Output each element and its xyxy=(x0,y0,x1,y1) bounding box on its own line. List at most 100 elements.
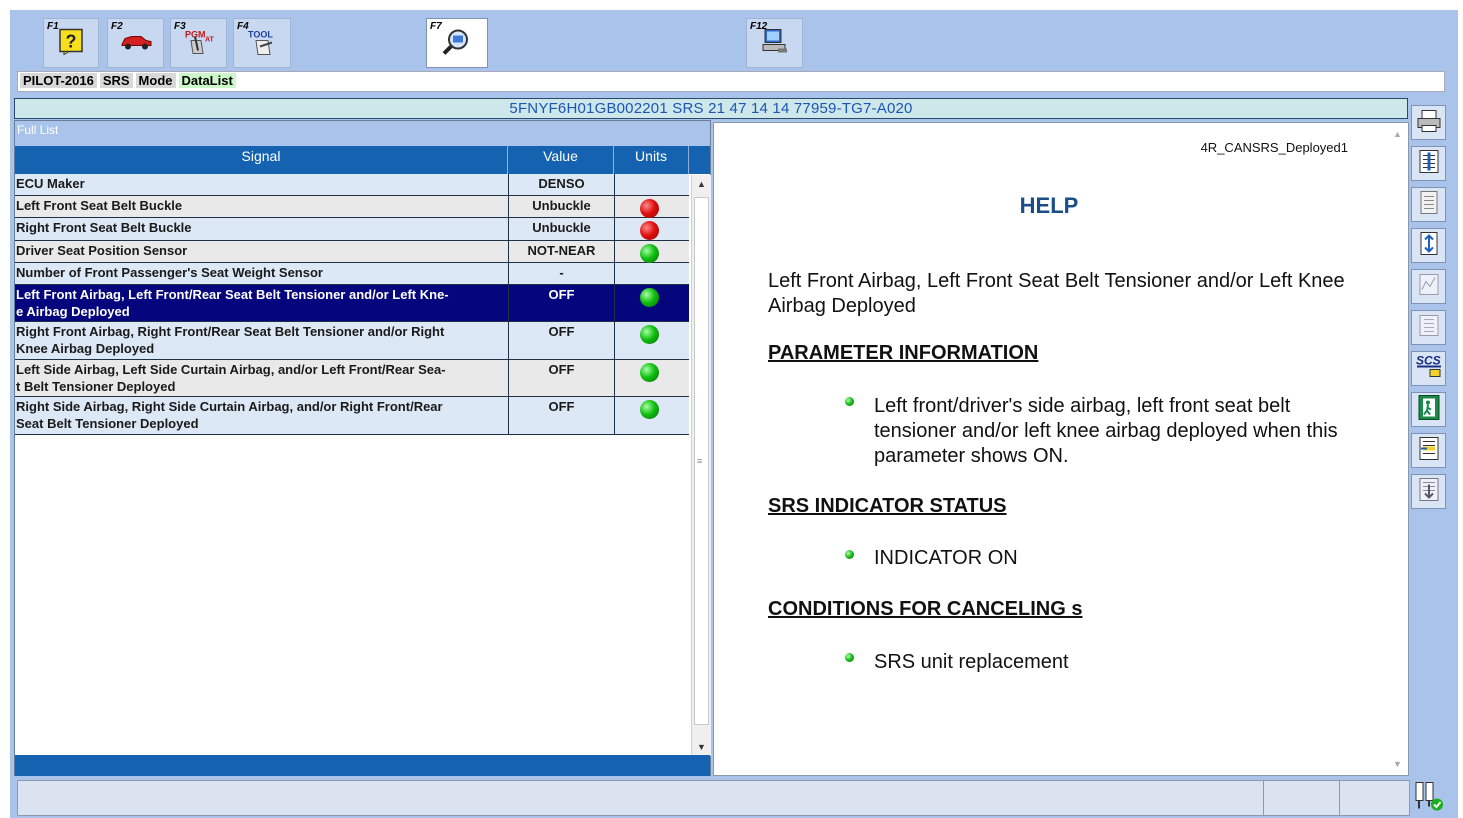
help-icon: ? xyxy=(58,27,84,60)
signal-value: Unbuckle xyxy=(508,196,614,217)
data-select-icon xyxy=(1417,148,1441,179)
scroll-down-arrow-icon[interactable]: ▼ xyxy=(1393,759,1402,769)
f7-data-list-button[interactable]: F7 xyxy=(426,18,488,68)
scroll-up-arrow-icon[interactable]: ▲ xyxy=(1393,129,1402,139)
green-status-led-icon xyxy=(640,244,659,263)
help-panel: 4R_CANSRS_Deployed1 HELP Left Front Airb… xyxy=(713,122,1409,776)
status-segment xyxy=(1339,781,1409,815)
list-edit-icon xyxy=(1417,435,1441,466)
signal-unit xyxy=(614,285,689,321)
table-row[interactable]: Left Front Seat Belt Buckle Unbuckle xyxy=(15,196,689,218)
scs-icon: SCS xyxy=(1414,352,1444,385)
tool-icon: TOOL xyxy=(244,26,280,61)
signal-unit xyxy=(614,397,689,434)
help-bullet: Left front/driver's side airbag, left fr… xyxy=(874,395,1338,467)
connector-ok-icon xyxy=(1412,778,1446,817)
list-scrollbar[interactable]: ▲ ≡ ▼ xyxy=(691,175,711,756)
f4-tool-button[interactable]: F4 TOOL xyxy=(233,18,291,68)
connection-status-button[interactable] xyxy=(1411,780,1446,815)
signal-name: Left Side Airbag, Left Side Curtain Airb… xyxy=(16,362,446,394)
breadcrumb-system: SRS xyxy=(99,73,133,88)
table-row[interactable]: Left Side Airbag, Left Side Curtain Airb… xyxy=(15,360,689,397)
list-edit-button[interactable] xyxy=(1411,433,1446,468)
signal-unit xyxy=(614,196,689,218)
column-header-signal[interactable]: Signal xyxy=(15,146,508,174)
signal-value: Unbuckle xyxy=(508,218,614,240)
breadcrumb-mode: Mode xyxy=(135,73,176,88)
sort-button[interactable] xyxy=(1411,228,1446,263)
table-header: Signal Value Units xyxy=(15,146,689,174)
red-status-led-icon xyxy=(640,221,659,240)
status-bar xyxy=(17,780,1410,816)
graph-icon xyxy=(1417,271,1441,302)
bullet-icon xyxy=(845,653,854,662)
f2-vehicle-button[interactable]: F2 xyxy=(107,18,164,68)
signal-name: Right Front Airbag, Right Front/Rear Sea… xyxy=(16,324,445,356)
snapshot-button[interactable] xyxy=(1411,310,1446,345)
signal-name: ECU Maker xyxy=(16,176,85,191)
print-button[interactable] xyxy=(1411,105,1446,140)
table-row[interactable]: ECU Maker DENSO xyxy=(15,174,689,196)
help-section-heading: SRS INDICATOR STATUS xyxy=(768,495,1007,517)
help-topic-id: 4R_CANSRS_Deployed1 xyxy=(1200,140,1348,155)
signal-name: Left Front Seat Belt Buckle xyxy=(16,198,183,213)
f2-label: F2 xyxy=(111,21,123,32)
pgm-fi-at-icon: PGM AT xyxy=(181,26,217,61)
f1-help-button[interactable]: F1 ? xyxy=(43,18,99,68)
exit-icon xyxy=(1416,393,1442,426)
f1-label: F1 xyxy=(47,21,59,32)
snapshot-icon xyxy=(1417,312,1441,343)
data-list-panel: Full List Signal Value Units ECU Maker DE… xyxy=(14,120,711,776)
table-row[interactable]: Right Front Seat Belt Buckle Unbuckle xyxy=(15,218,689,241)
f7-label: F7 xyxy=(430,21,442,32)
signal-unit xyxy=(614,174,689,195)
svg-text:SCS: SCS xyxy=(1416,353,1441,367)
scs-button[interactable]: SCS xyxy=(1411,351,1446,386)
list-view-icon xyxy=(1417,189,1441,220)
help-scrollbar[interactable]: ▲ ▼ xyxy=(1388,123,1408,775)
table-row[interactable]: Right Front Airbag, Right Front/Rear Sea… xyxy=(15,322,689,360)
data-select-button[interactable] xyxy=(1411,146,1446,181)
svg-text:?: ? xyxy=(66,31,77,51)
help-section-heading: PARAMETER INFORMATION xyxy=(768,342,1039,364)
table-row[interactable]: Driver Seat Position Sensor NOT-NEAR xyxy=(15,241,689,263)
green-status-led-icon xyxy=(640,288,659,307)
magnifier-icon xyxy=(441,26,473,61)
f12-connection-button[interactable]: F12 xyxy=(746,18,803,68)
column-header-value[interactable]: Value xyxy=(508,146,614,174)
signal-value: OFF xyxy=(508,285,614,321)
signal-unit xyxy=(614,360,689,396)
scroll-down-arrow-icon[interactable]: ▼ xyxy=(697,742,706,752)
table-row[interactable]: Left Front Airbag, Left Front/Rear Seat … xyxy=(15,285,689,322)
signal-value: OFF xyxy=(508,360,614,396)
car-icon xyxy=(119,32,153,55)
signal-unit xyxy=(614,322,689,359)
table-row[interactable]: Right Side Airbag, Right Side Curtain Ai… xyxy=(15,397,689,435)
f3-pgm-button[interactable]: F3 PGM AT xyxy=(170,18,227,68)
green-status-led-icon xyxy=(640,363,659,382)
list-view-button[interactable] xyxy=(1411,187,1446,222)
bullet-icon xyxy=(845,397,854,406)
green-status-led-icon xyxy=(640,325,659,344)
computer-icon xyxy=(760,26,790,61)
signal-name: Right Front Seat Belt Buckle xyxy=(16,220,192,235)
scroll-up-arrow-icon[interactable]: ▲ xyxy=(697,179,706,189)
signal-value: - xyxy=(508,263,614,284)
signal-value: DENSO xyxy=(508,174,614,195)
help-section-heading: CONDITIONS FOR CANCELING s xyxy=(768,598,1083,620)
signal-unit xyxy=(614,241,689,263)
list-footer xyxy=(15,755,710,776)
graph-button[interactable] xyxy=(1411,269,1446,304)
signal-unit xyxy=(614,218,689,240)
bullet-icon xyxy=(845,550,854,559)
column-header-units[interactable]: Units xyxy=(614,146,689,174)
signal-name: Right Side Airbag, Right Side Curtain Ai… xyxy=(16,399,443,431)
download-list-button[interactable] xyxy=(1411,474,1446,509)
printer-icon xyxy=(1416,107,1442,138)
table-row[interactable]: Number of Front Passenger's Seat Weight … xyxy=(15,263,689,285)
help-title: HELP xyxy=(1019,193,1079,218)
svg-text:TOOL: TOOL xyxy=(248,29,273,39)
exit-button[interactable] xyxy=(1411,392,1446,427)
help-bullet: SRS unit replacement xyxy=(874,651,1069,673)
svg-text:AT: AT xyxy=(205,36,215,43)
